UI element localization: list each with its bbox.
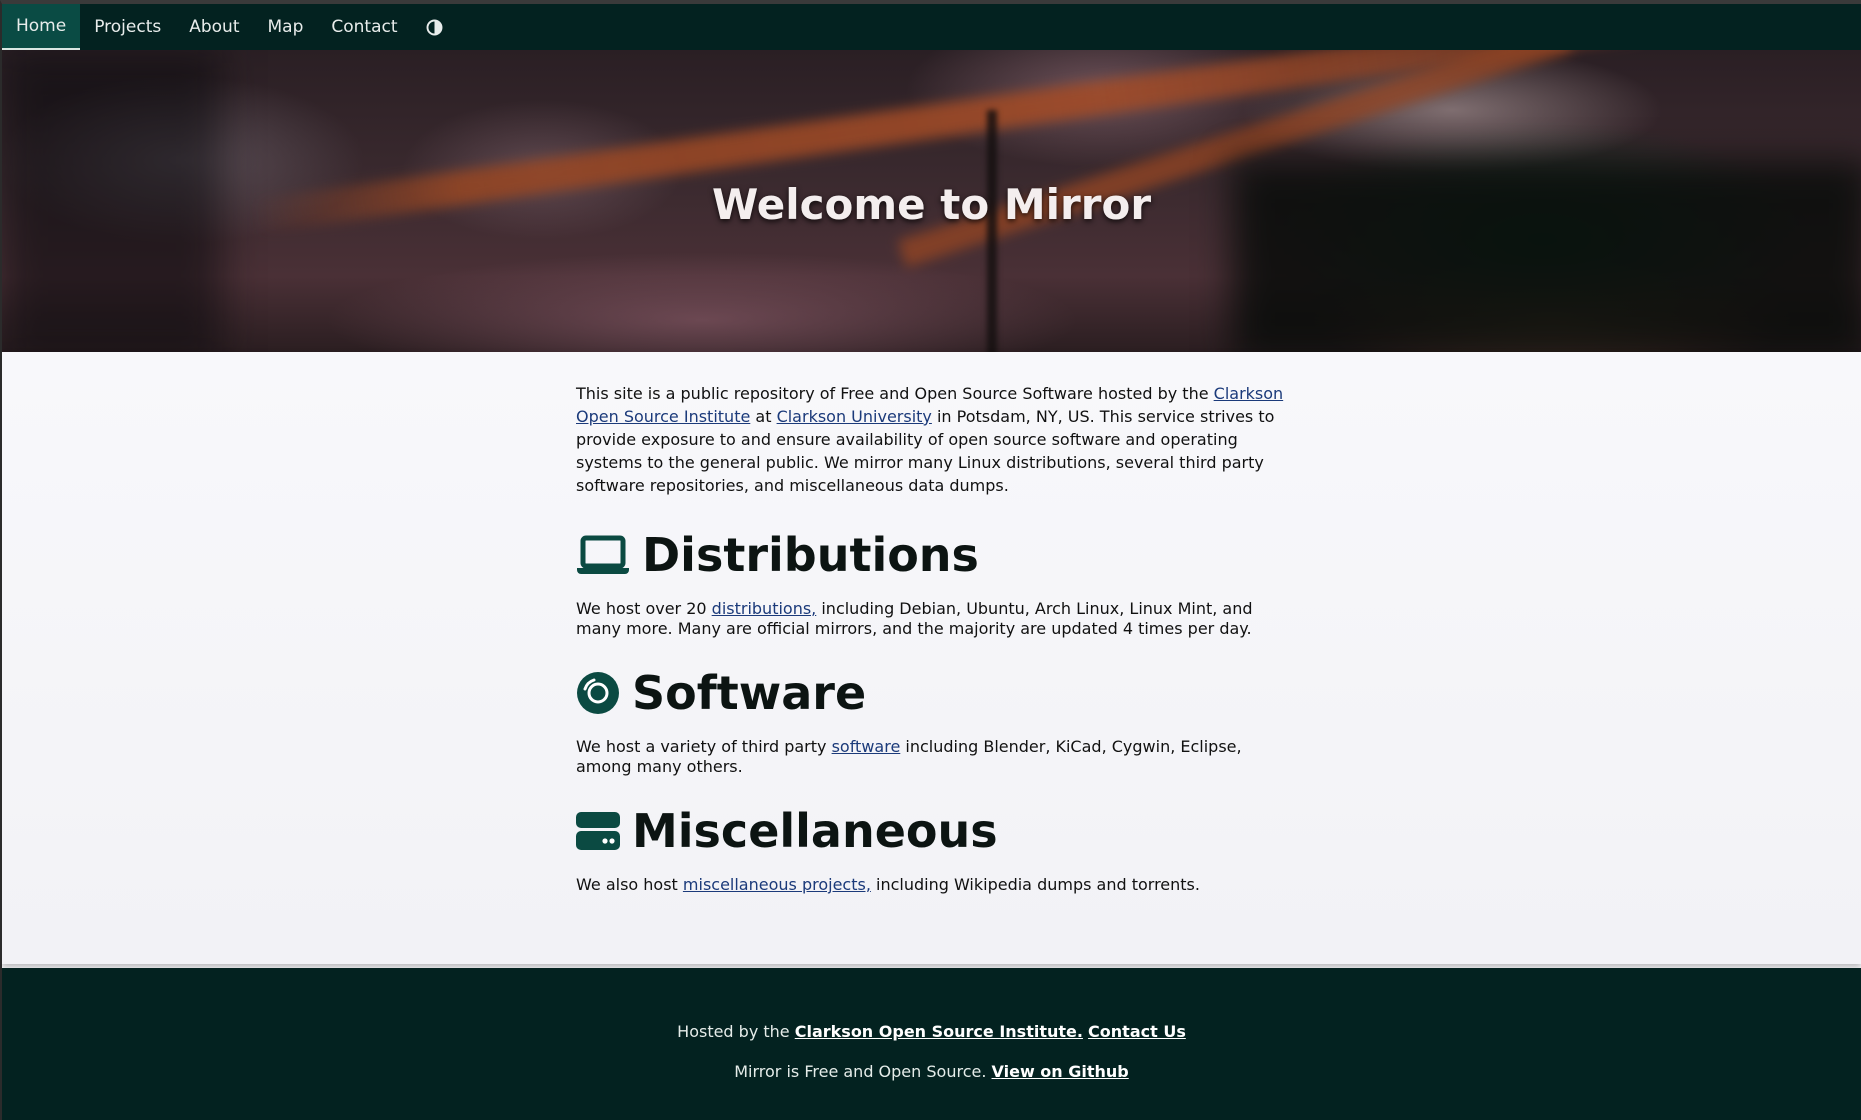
footer-cosi-link[interactable]: Clarkson Open Source Institute. [795,1022,1083,1041]
software-title: Software [632,666,867,720]
distributions-text: We host over 20 distributions, including… [576,599,1296,639]
distributions-heading: Distributions [576,527,1296,583]
laptop-icon [576,535,630,575]
clarkson-university-link[interactable]: Clarkson University [777,407,932,426]
nav-item-about[interactable]: About [175,4,253,50]
section-text: We host a variety of third party [576,737,832,756]
distributions-link[interactable]: distributions, [712,599,817,618]
section-text: We host over 20 [576,599,712,618]
nav-item-label: Home [16,16,67,36]
content-column: This site is a public repository of Free… [576,382,1296,921]
section-text: including Wikipedia dumps and torrents. [870,875,1200,894]
contrast-icon [426,19,442,35]
nav-item-label: Map [267,17,304,37]
hard-drive-icon [576,812,620,850]
footer-source-line: Mirror is Free and Open Source. View on … [2,1062,1861,1081]
footer-hosted-line: Hosted by the Clarkson Open Source Insti… [2,1022,1861,1041]
footer: Hosted by the Clarkson Open Source Insti… [2,968,1861,1120]
top-nav: Home Projects About Map Contact [2,4,1861,50]
intro-paragraph: This site is a public repository of Free… [576,382,1296,497]
footer-contact-link[interactable]: Contact Us [1088,1022,1186,1041]
nav-item-label: Contact [331,17,398,37]
software-text: We host a variety of third party softwar… [576,737,1296,777]
nav-item-contact[interactable]: Contact [317,4,411,50]
section-text: We also host [576,875,683,894]
theme-toggle-button[interactable] [412,4,457,50]
footer-github-link[interactable]: View on Github [992,1062,1129,1081]
disc-icon [576,671,620,715]
hero-background [987,110,997,352]
nav-item-home[interactable]: Home [2,4,81,50]
nav-item-label: Projects [94,17,162,37]
software-link[interactable]: software [832,737,901,756]
footer-text: Hosted by the [677,1022,795,1041]
distributions-title: Distributions [642,528,979,582]
miscellaneous-link[interactable]: miscellaneous projects, [683,875,871,894]
page: Home Projects About Map Contact Welcome … [0,0,1861,1120]
miscellaneous-text: We also host miscellaneous projects, inc… [576,875,1296,895]
footer-text: Mirror is Free and Open Source. [734,1062,992,1081]
software-heading: Software [576,665,1296,721]
main-content: This site is a public repository of Free… [2,352,1861,964]
nav-item-projects[interactable]: Projects [80,4,175,50]
miscellaneous-heading: Miscellaneous [576,803,1296,859]
miscellaneous-title: Miscellaneous [632,804,998,858]
hero-title: Welcome to Mirror [711,180,1152,229]
hero-banner: Welcome to Mirror [2,50,1861,352]
nav-item-label: About [189,17,240,37]
intro-text: at [750,407,777,426]
nav-item-map[interactable]: Map [254,4,318,50]
intro-text: This site is a public repository of Free… [576,384,1214,403]
